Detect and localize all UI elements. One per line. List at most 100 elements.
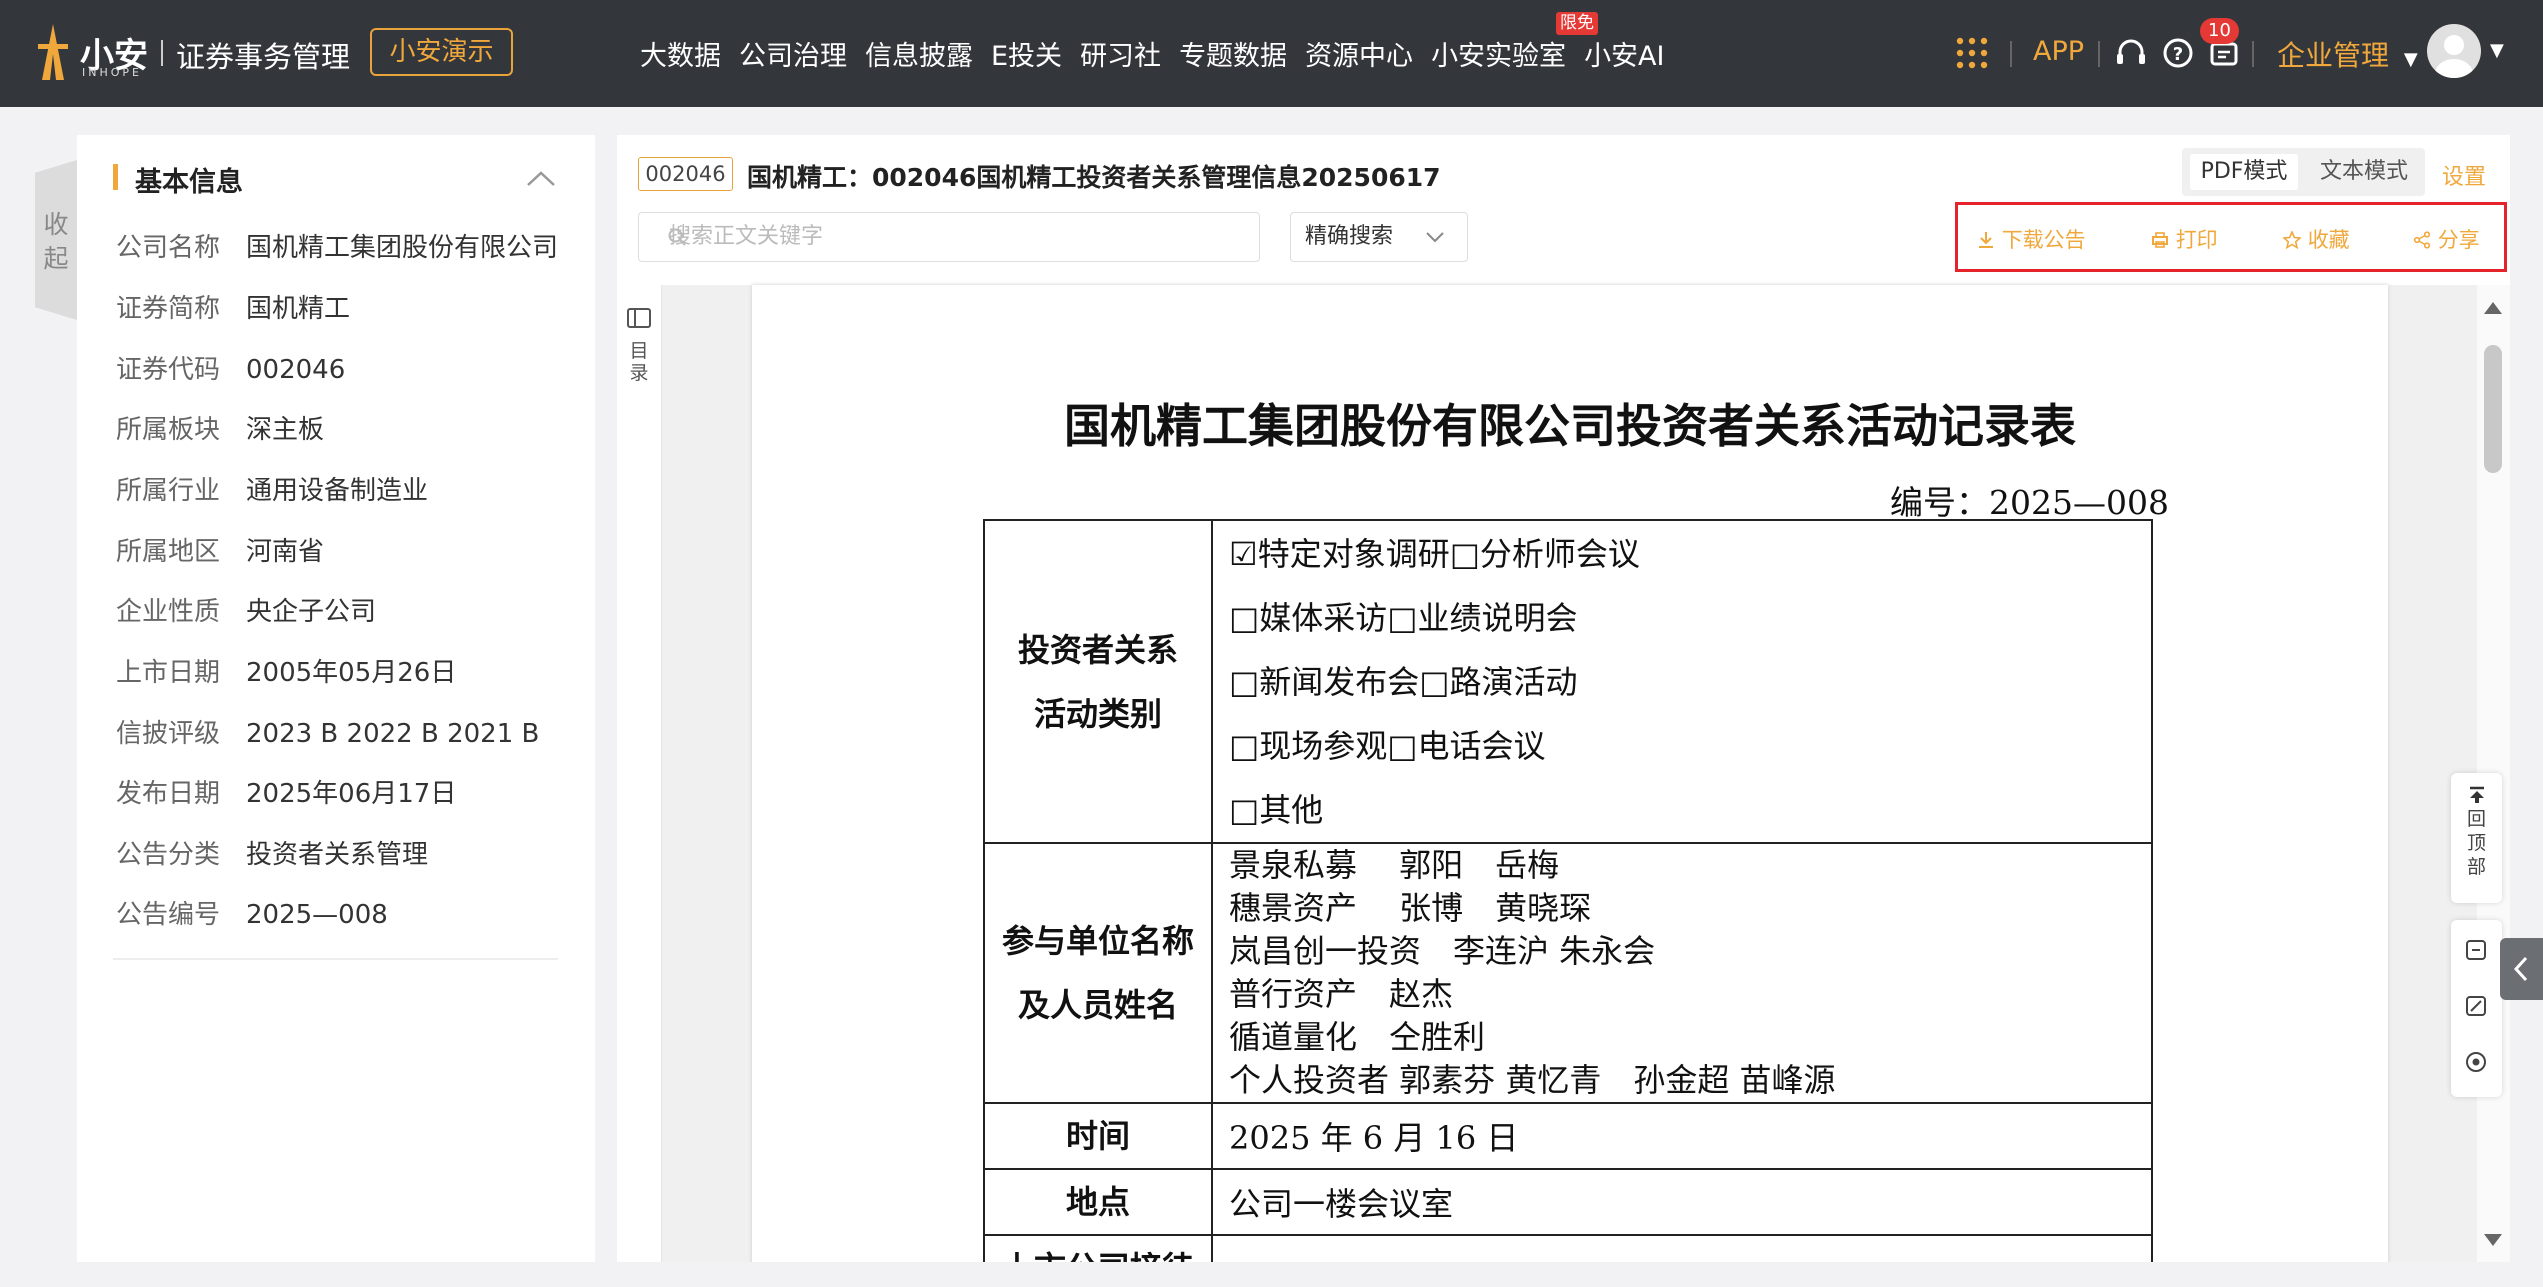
favorite-button[interactable]: 收藏 bbox=[2282, 224, 2350, 254]
table-label-cell: 投资者关系 活动类别 bbox=[983, 519, 1213, 844]
participant-line: 个人投资者 郭素芬 黄忆青 孙金超 苗峰源 bbox=[1229, 1061, 1836, 1099]
ai-assistant-icon[interactable] bbox=[2464, 1050, 2488, 1074]
fullscreen-icon[interactable] bbox=[2464, 994, 2488, 1018]
info-row-region: 所属地区 河南省 bbox=[116, 531, 324, 568]
nav-item-big-data[interactable]: 大数据 bbox=[640, 34, 721, 73]
activity-type-line: ☑特定对象调研□分析师会议 bbox=[1229, 534, 1640, 573]
info-row-category: 公告分类 投资者关系管理 bbox=[116, 834, 428, 871]
divider bbox=[2098, 41, 2100, 67]
scroll-up-icon[interactable] bbox=[2482, 300, 2504, 316]
share-button[interactable]: 分享 bbox=[2413, 224, 2480, 254]
nav-item-governance[interactable]: 公司治理 bbox=[739, 34, 847, 73]
info-row-short-name: 证券简称 国机精工 bbox=[116, 288, 350, 325]
activity-type-line: □其他 bbox=[1229, 790, 1324, 829]
headset-icon[interactable] bbox=[2114, 36, 2148, 70]
info-key: 所属板块 bbox=[116, 415, 221, 445]
record-table: 投资者关系 活动类别 ☑特定对象调研□分析师会议 □媒体采访□业绩说明会 □新闻… bbox=[983, 519, 2153, 1287]
table-row: 参与单位名称 及人员姓名 景泉私募 郭阳 岳梅 穗景资产 张博 黄晓琛 岚昌创一… bbox=[983, 842, 2153, 1104]
free-badge: 限免 bbox=[1556, 12, 1598, 35]
info-value: 2025年06月17日 bbox=[246, 779, 457, 809]
caret-down-icon: ▼ bbox=[2403, 49, 2418, 70]
table-label-cell: 参与单位名称 及人员姓名 bbox=[983, 842, 1213, 1104]
nav-item-topics[interactable]: 专题数据 bbox=[1179, 34, 1287, 73]
expand-side-panel-tab[interactable] bbox=[2500, 938, 2543, 1000]
back-to-top-button[interactable]: 回顶部 bbox=[2451, 773, 2502, 903]
info-row-industry: 所属行业 通用设备制造业 bbox=[116, 470, 428, 507]
brand-en: INHOPE bbox=[82, 66, 142, 79]
toc-label[interactable]: 目录 bbox=[627, 340, 651, 384]
info-value: 河南省 bbox=[246, 537, 325, 567]
download-icon bbox=[1979, 232, 1993, 248]
info-row-nature: 企业性质 央企子公司 bbox=[116, 591, 376, 628]
info-key: 所属行业 bbox=[116, 476, 221, 506]
info-value: 投资者关系管理 bbox=[246, 840, 429, 870]
download-button[interactable]: 下载公告 bbox=[1977, 224, 2086, 254]
table-label-line: 参与单位名称 bbox=[1001, 922, 1194, 960]
participant-line: 穗景资产 张博 黄晓琛 bbox=[1229, 889, 1592, 927]
nav-item-ai[interactable]: 小安AI bbox=[1584, 34, 1664, 73]
search-icon bbox=[668, 228, 686, 246]
nav-item-academy[interactable]: 研习社 bbox=[1080, 34, 1161, 73]
print-label: 打印 bbox=[2175, 228, 2218, 252]
info-value: 002046 bbox=[246, 355, 346, 385]
activity-type-line: □现场参观□电话会议 bbox=[1229, 726, 1546, 765]
info-key: 公司名称 bbox=[116, 233, 221, 263]
main-nav: 大数据 公司治理 信息披露 E投关 研习社 专题数据 资源中心 小安实验室 小安… bbox=[640, 34, 1683, 73]
user-avatar[interactable] bbox=[2427, 24, 2481, 78]
toc-sidebar[interactable] bbox=[617, 285, 662, 1262]
info-row-rating: 信披评级 2023 B 2022 B 2021 B bbox=[116, 713, 539, 750]
scrollbar-thumb[interactable] bbox=[2484, 345, 2502, 473]
document-title: 国机精工：002046国机精工投资者关系管理信息20250617 bbox=[747, 163, 1441, 192]
chevron-up-icon[interactable] bbox=[525, 168, 557, 188]
info-key: 信披评级 bbox=[116, 719, 221, 749]
avatar-caret-icon[interactable]: ▼ bbox=[2490, 40, 2504, 61]
back-to-top-label: 回顶部 bbox=[2466, 808, 2486, 878]
nav-item-resources[interactable]: 资源中心 bbox=[1305, 34, 1413, 73]
product-title[interactable]: 证券事务管理 bbox=[176, 34, 350, 76]
search-input[interactable]: 搜索正文关键字 bbox=[638, 212, 1260, 262]
participant-line: 岚昌创一投资 李连沪 朱永会 bbox=[1229, 932, 1656, 970]
divider bbox=[2010, 41, 2012, 67]
nav-item-e-ir[interactable]: E投关 bbox=[991, 34, 1062, 73]
search-mode-label: 精确搜索 bbox=[1305, 224, 1394, 249]
info-value: 2023 B 2022 B 2021 B bbox=[246, 719, 540, 749]
table-label-line: 投资者关系 bbox=[1017, 630, 1178, 669]
divider bbox=[113, 958, 558, 960]
text-mode-tab[interactable]: 文本模式 bbox=[2310, 154, 2418, 190]
corp-management-menu[interactable]: 企业管理 ▼ bbox=[2277, 34, 2418, 74]
info-row-listing-date: 上市日期 2005年05月26日 bbox=[116, 652, 456, 689]
nav-item-disclosure[interactable]: 信息披露 bbox=[865, 34, 973, 73]
app-link[interactable]: APP bbox=[2033, 36, 2084, 67]
info-key: 公告编号 bbox=[116, 900, 221, 930]
brand-divider bbox=[161, 40, 163, 66]
table-value-cell: ☑特定对象调研□分析师会议 □媒体采访□业绩说明会 □新闻发布会□路演活动 □现… bbox=[1211, 519, 2153, 844]
info-row-code: 证券代码 002046 bbox=[116, 349, 345, 386]
help-icon[interactable]: ? bbox=[2161, 36, 2195, 70]
divider bbox=[2252, 41, 2254, 67]
share-icon bbox=[2413, 231, 2431, 249]
collapse-panel-tab[interactable]: 收起 bbox=[35, 160, 77, 320]
table-value-cell: 公司一楼会议室 bbox=[1211, 1168, 2153, 1236]
settings-link[interactable]: 设置 bbox=[2442, 159, 2486, 191]
logo-icon bbox=[38, 24, 68, 80]
info-key: 公告分类 bbox=[116, 840, 221, 870]
table-label-line: 及人员姓名 bbox=[1017, 986, 1178, 1024]
section-title: 基本信息 bbox=[135, 167, 243, 198]
print-icon bbox=[2152, 232, 2168, 248]
demo-button[interactable]: 小安演示 bbox=[370, 28, 513, 76]
nav-item-lab[interactable]: 小安实验室 bbox=[1431, 34, 1566, 73]
apps-grid-icon[interactable] bbox=[1955, 36, 1989, 70]
info-row-board: 所属板块 深主板 bbox=[116, 409, 324, 446]
info-value: 通用设备制造业 bbox=[246, 476, 429, 506]
toc-icon[interactable] bbox=[627, 308, 651, 328]
print-button[interactable]: 打印 bbox=[2151, 224, 2218, 254]
scroll-down-icon[interactable] bbox=[2482, 1232, 2504, 1248]
table-row: 地点 公司一楼会议室 bbox=[983, 1168, 2153, 1236]
search-mode-select[interactable]: 精确搜索 bbox=[1290, 212, 1468, 262]
security-code-tag: 002046 bbox=[638, 157, 733, 191]
pdf-mode-tab[interactable]: PDF模式 bbox=[2190, 154, 2298, 190]
table-row: 时间 2025 年 6 月 16 日 bbox=[983, 1102, 2153, 1170]
info-value: 2025—008 bbox=[246, 900, 388, 930]
arrow-up-icon bbox=[2469, 786, 2484, 803]
fit-page-icon[interactable] bbox=[2464, 938, 2488, 962]
